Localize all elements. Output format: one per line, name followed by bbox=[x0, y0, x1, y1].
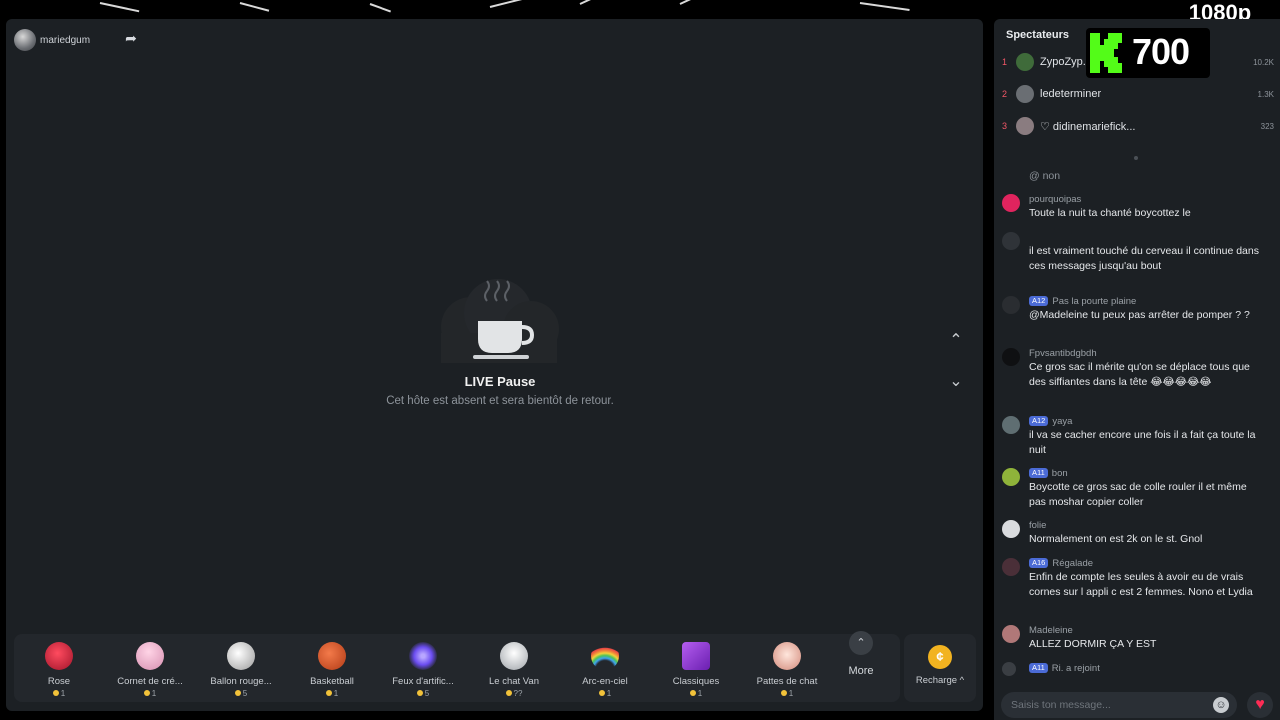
chat-message: il est vraiment touché du cerveau il con… bbox=[1002, 232, 1274, 282]
top-viewer-row[interactable]: 2 ledeterminer 1.3K bbox=[1002, 82, 1274, 106]
kick-viewer-badge: 700 bbox=[1086, 28, 1210, 78]
avatar bbox=[1002, 348, 1020, 366]
chat-message: folie Normalement on est 2k on le st. Gn… bbox=[1002, 520, 1274, 548]
avatar bbox=[1002, 520, 1020, 538]
heart-icon[interactable]: ♥ bbox=[1247, 692, 1273, 718]
chat-message: A16 Régalade Enfin de compte les seules à… bbox=[1002, 558, 1274, 612]
kick-viewer-count: 700 bbox=[1132, 31, 1190, 72]
divider bbox=[1134, 156, 1138, 160]
avatar bbox=[1016, 53, 1034, 71]
top-decor-strip bbox=[0, 0, 1280, 16]
ticket-icon bbox=[682, 642, 710, 670]
chat-message: A12 Pas la pourte plaine @Madeleine tu pe… bbox=[1002, 296, 1274, 336]
viewers-title: Spectateurs bbox=[1006, 29, 1069, 41]
gift-basketball[interactable]: Basketball 1 bbox=[287, 634, 377, 702]
gift-ticket[interactable]: Classiques 1 bbox=[651, 634, 741, 702]
rose-icon bbox=[45, 642, 73, 670]
coin-icon: ¢ bbox=[928, 645, 952, 669]
coffee-cup-icon bbox=[441, 279, 559, 363]
chat-input-bar: ☺ bbox=[1001, 692, 1237, 718]
rainbow-icon bbox=[591, 642, 619, 670]
emoji-icon[interactable]: ☺ bbox=[1213, 697, 1229, 713]
top-viewer-row[interactable]: 3 ♡ didinemariefick... 323 bbox=[1002, 114, 1274, 138]
more-gifts-button[interactable]: ⌃ More bbox=[835, 631, 887, 681]
paw-icon bbox=[773, 642, 801, 670]
avatar bbox=[1016, 117, 1034, 135]
recharge-button[interactable]: ¢ Recharge ^ bbox=[904, 634, 976, 702]
basketball-icon bbox=[318, 642, 346, 670]
gift-fireworks[interactable]: Feux d'artific... 5 bbox=[378, 634, 468, 702]
chevron-up-icon: ⌃ bbox=[849, 631, 873, 655]
soccer-ball-icon bbox=[227, 642, 255, 670]
chat-message: @ non bbox=[1029, 170, 1061, 182]
fireworks-icon bbox=[409, 642, 437, 670]
host-name: mariedgum bbox=[40, 34, 91, 46]
chevron-down-icon[interactable]: ⌄ bbox=[945, 371, 967, 393]
chat-message: Madeleine ALLEZ DORMIR ÇA Y EST bbox=[1002, 625, 1274, 653]
avatar bbox=[1002, 296, 1020, 314]
chat-message: Fpvsantibdgbdh Ce gros sac il mérite qu'… bbox=[1002, 348, 1274, 404]
host-avatar bbox=[14, 29, 36, 51]
gift-paw[interactable]: Pattes de chat 1 bbox=[742, 634, 832, 702]
gift-rose[interactable]: Rose 1 bbox=[14, 634, 104, 702]
side-panel: Spectateurs i 1 ZypoZyp... 10.2K 2 ledet… bbox=[994, 19, 1280, 720]
chat-join-notice: A11 Ri. a rejoint bbox=[1002, 662, 1274, 678]
avatar bbox=[1002, 662, 1016, 676]
pause-title: LIVE Pause bbox=[464, 374, 536, 389]
cat-icon bbox=[500, 642, 528, 670]
gift-rainbow[interactable]: Arc-en-ciel 1 bbox=[560, 634, 650, 702]
gift-soccer-ball[interactable]: Ballon rouge... 5 bbox=[196, 634, 286, 702]
avatar bbox=[1002, 625, 1020, 643]
avatar bbox=[1002, 416, 1020, 434]
gift-ice-cream[interactable]: Cornet de cré... 1 bbox=[105, 634, 195, 702]
share-icon[interactable]: ➦ bbox=[123, 30, 139, 46]
gift-bar: Rose 1 Cornet de cré... 1 Ballon rouge..… bbox=[14, 634, 900, 702]
avatar bbox=[1002, 468, 1020, 486]
pause-subtitle: Cet hôte est absent et sera bientôt de r… bbox=[386, 395, 614, 407]
host-chip[interactable]: mariedgum bbox=[14, 27, 90, 53]
avatar bbox=[1002, 558, 1020, 576]
live-video-stage: mariedgum ➦ LIVE Pause Cet hôte est abse… bbox=[6, 19, 983, 711]
avatar bbox=[1016, 85, 1034, 103]
kick-logo-icon bbox=[1090, 33, 1122, 73]
chat-message: pourquoipas Toute la nuit ta chanté boyc… bbox=[1002, 194, 1274, 226]
gift-cat[interactable]: Le chat Van ?? bbox=[469, 634, 559, 702]
chat-message: A11 bon Boycotte ce gros sac de colle rou… bbox=[1002, 468, 1274, 508]
ice-cream-icon bbox=[136, 642, 164, 670]
avatar bbox=[1002, 232, 1020, 250]
avatar bbox=[1002, 194, 1020, 212]
chevron-up-icon[interactable]: ⌃ bbox=[945, 330, 967, 352]
chat-input[interactable] bbox=[1011, 696, 1201, 714]
chat-message: A12 yaya il va se cacher encore une fois … bbox=[1002, 416, 1274, 456]
